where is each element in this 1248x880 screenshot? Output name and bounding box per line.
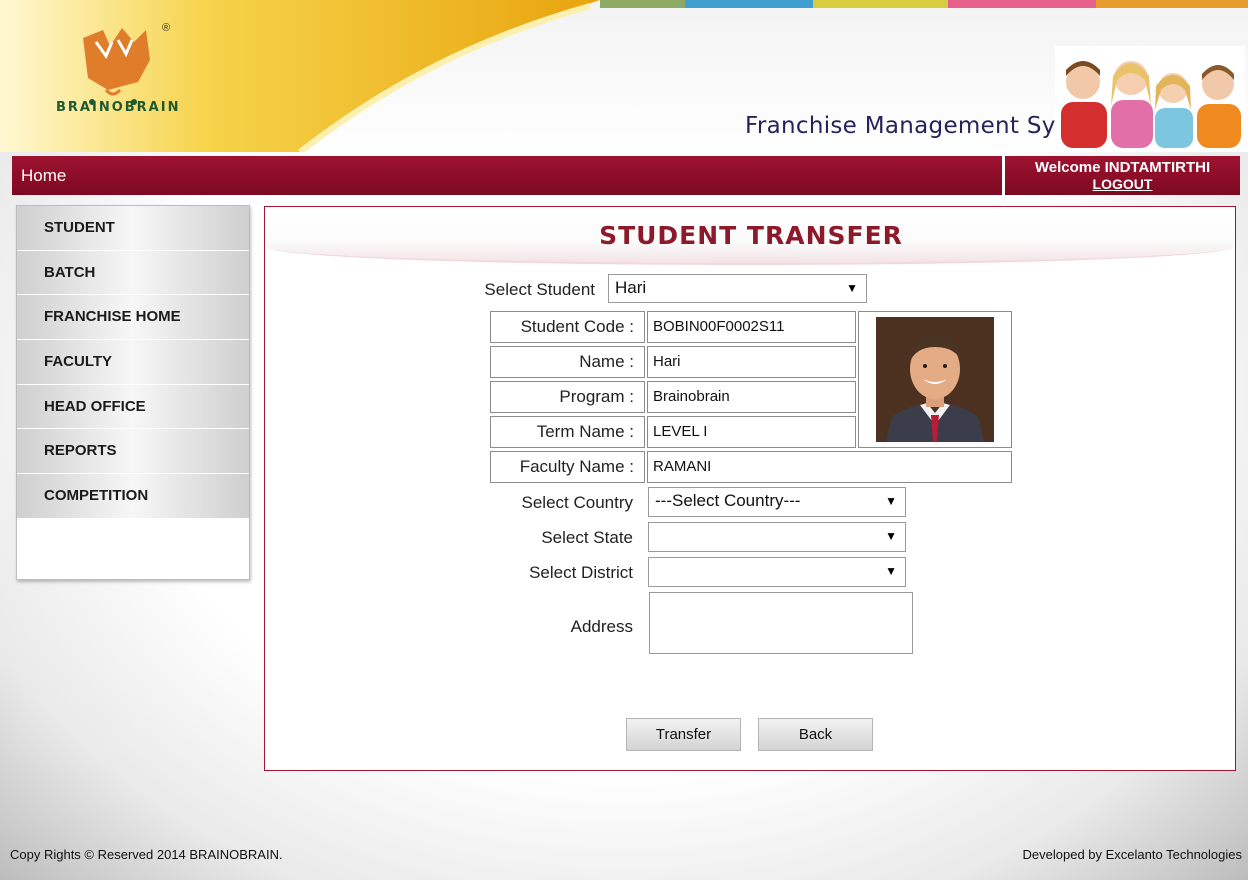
select-district-dropdown[interactable]: ▼: [648, 557, 906, 587]
back-button[interactable]: Back: [758, 718, 873, 751]
student-photo: [876, 317, 994, 442]
dropdown-arrow-icon: ▼: [885, 494, 897, 508]
sidebar-item-head-office[interactable]: HEAD OFFICE: [17, 384, 249, 430]
page-title: STUDENT TRANSFER: [599, 221, 903, 250]
select-country-value: ---Select Country---: [655, 491, 801, 510]
welcome-box: Welcome INDTAMTIRTHI LOGOUT: [1005, 156, 1240, 195]
select-state-dropdown[interactable]: ▼: [648, 522, 906, 552]
faculty-name-value: RAMANI: [653, 458, 712, 475]
page-frame: BRAINOBRAIN ® Franchise Management Syste…: [0, 0, 1248, 880]
footer-developer: Developed by Excelanto Technologies: [1022, 847, 1242, 862]
name-value: Hari: [653, 353, 681, 370]
select-country-label: Select Country: [521, 493, 634, 512]
program-label: Program :: [559, 387, 634, 406]
student-code-value: BOBIN00F0002S11: [653, 318, 785, 335]
sidebar-item-competition[interactable]: COMPETITION: [17, 474, 249, 519]
student-code-label: Student Code :: [520, 317, 634, 336]
info-value-box: Hari: [647, 346, 856, 378]
dropdown-arrow-icon: ▼: [885, 529, 897, 543]
registered-mark: ®: [162, 22, 171, 34]
select-student-dropdown[interactable]: Hari ▼: [608, 274, 867, 303]
student-photo-frame: [858, 311, 1012, 448]
sidebar-item-reports[interactable]: REPORTS: [17, 429, 249, 475]
select-country-dropdown[interactable]: ---Select Country--- ▼: [648, 487, 906, 517]
sidebar-menu: STUDENT BATCH FRANCHISE HOME FACULTY HEA…: [16, 205, 250, 580]
info-label-box: Faculty Name :: [490, 451, 645, 483]
transfer-button[interactable]: Transfer: [626, 718, 741, 751]
info-label-box: Name :: [490, 346, 645, 378]
name-label: Name :: [579, 352, 634, 371]
select-state-label: Select State: [541, 528, 633, 547]
info-value-box: BOBIN00F0002S11: [647, 311, 856, 343]
program-value: Brainobrain: [653, 388, 730, 405]
select-student-label: Select Student: [484, 280, 595, 299]
logout-link[interactable]: LOGOUT: [1093, 176, 1153, 192]
brand-name: BRAINOBRAIN: [56, 100, 181, 115]
select-district-label: Select District: [529, 563, 633, 582]
header: BRAINOBRAIN ® Franchise Management Syste…: [0, 0, 1248, 152]
dropdown-arrow-icon: ▼: [846, 281, 858, 295]
info-label-box: Student Code :: [490, 311, 645, 343]
sidebar-item-franchise-home[interactable]: FRANCHISE HOME: [17, 295, 249, 341]
info-label-box: Program :: [490, 381, 645, 413]
welcome-text: Welcome INDTAMTIRTHI: [1034, 159, 1211, 176]
sidebar-item-student[interactable]: STUDENT: [17, 206, 249, 251]
address-label: Address: [570, 617, 633, 636]
info-label-box: Term Name :: [490, 416, 645, 448]
info-value-box: Brainobrain: [647, 381, 856, 413]
student-transfer-panel: STUDENT TRANSFER Select Student Hari ▼ S…: [264, 206, 1236, 771]
faculty-name-label: Faculty Name :: [519, 457, 634, 476]
dropdown-arrow-icon: ▼: [885, 564, 897, 578]
info-value-box: LEVEL I: [647, 416, 856, 448]
sidebar-item-faculty[interactable]: FACULTY: [17, 340, 249, 385]
navbar: Home: [12, 156, 1002, 195]
nav-home-link[interactable]: Home: [21, 166, 66, 186]
sidebar-item-batch[interactable]: BATCH: [17, 250, 249, 296]
select-student-value: Hari: [615, 278, 647, 297]
term-name-label: Term Name :: [536, 422, 634, 441]
kids-photo: [1055, 46, 1245, 148]
term-name-value: LEVEL I: [653, 423, 708, 440]
address-textarea[interactable]: [649, 592, 913, 654]
info-value-box: RAMANI: [647, 451, 1012, 483]
footer-copyright: Copy Rights © Reserved 2014 BRAINOBRAIN.: [10, 847, 283, 862]
